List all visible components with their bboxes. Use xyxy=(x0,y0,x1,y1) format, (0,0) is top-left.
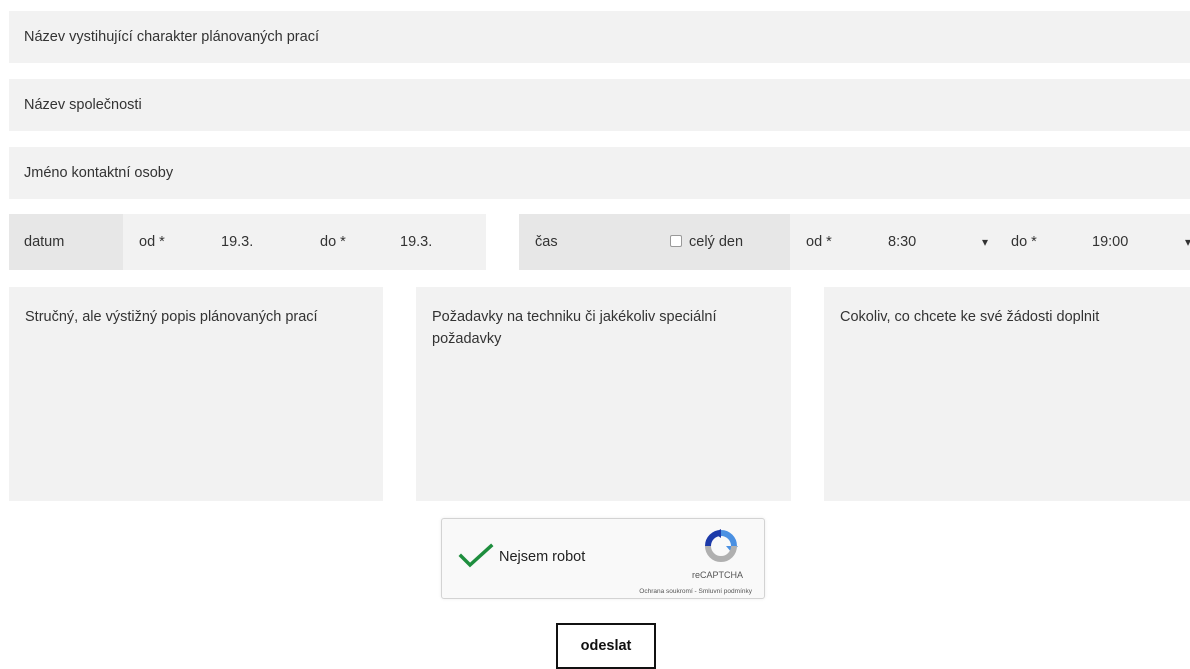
time-to-dropdown-icon[interactable]: ▾ xyxy=(1185,214,1190,270)
all-day-checkbox[interactable] xyxy=(670,235,682,247)
all-day-label: celý den xyxy=(689,234,744,250)
date-from-input[interactable]: 19.3. xyxy=(221,214,253,270)
time-inputs-cell xyxy=(790,214,1190,270)
time-to-label: do * xyxy=(1011,234,1037,250)
time-from-dropdown-icon[interactable]: ▾ xyxy=(982,214,988,270)
recaptcha-links[interactable]: Ochrana soukromí - Smluvní podmínky xyxy=(639,588,752,595)
recaptcha-widget: Nejsem robot reCAPTCHA Ochrana soukromí … xyxy=(441,518,765,599)
time-label-cell xyxy=(519,214,790,270)
company-name-input[interactable]: Název společnosti xyxy=(9,79,1190,131)
all-day-toggle[interactable]: celý den xyxy=(670,214,743,270)
time-label: čas xyxy=(535,234,558,250)
contact-person-input[interactable]: Jméno kontaktní osoby xyxy=(9,147,1190,199)
requirements-textarea[interactable]: Požadavky na techniku či jakékoliv speci… xyxy=(416,287,791,501)
date-to-label: do * xyxy=(320,234,346,250)
work-title-input[interactable]: Název vystihující charakter plánovaných … xyxy=(9,11,1190,63)
description-textarea[interactable]: Stručný, ale výstižný popis plánovaných … xyxy=(9,287,383,501)
recaptcha-brand: reCAPTCHA xyxy=(692,570,744,580)
notes-textarea[interactable]: Cokoliv, co chcete ke své žádosti doplni… xyxy=(824,287,1190,501)
submit-button[interactable]: odeslat xyxy=(556,623,656,669)
recaptcha-logo-icon xyxy=(705,529,738,562)
date-from-label: od * xyxy=(139,234,165,250)
date-to-input[interactable]: 19.3. xyxy=(400,214,432,270)
captcha-label: Nejsem robot xyxy=(499,549,586,565)
checkmark-icon[interactable] xyxy=(458,543,494,569)
time-from-label: od * xyxy=(806,234,832,250)
time-from-select[interactable]: 8:30 xyxy=(888,214,916,270)
time-to-select[interactable]: 19:00 xyxy=(1092,214,1128,270)
date-label: datum xyxy=(24,234,65,250)
